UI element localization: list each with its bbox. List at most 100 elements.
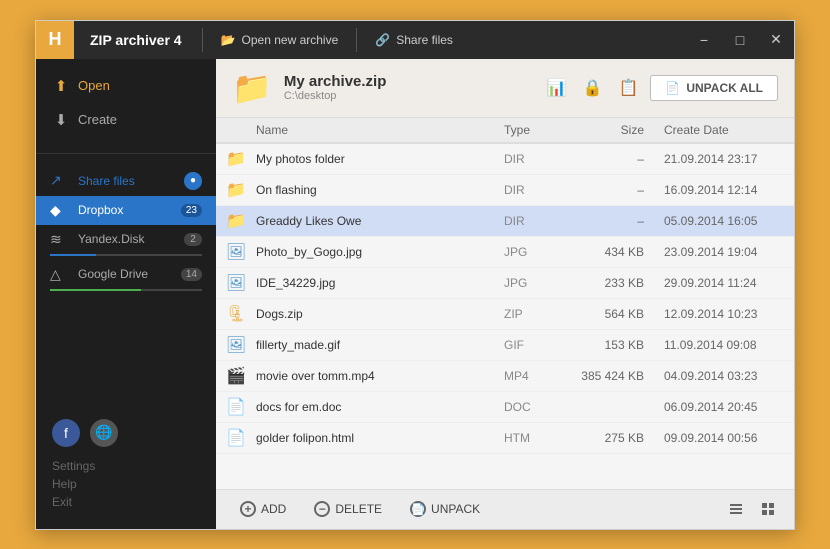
file-type: DIR	[504, 214, 574, 228]
google-label: Google Drive	[78, 267, 148, 281]
titlebar-divider	[202, 28, 203, 52]
google-progress	[50, 289, 202, 291]
titlebar: H ZIP archiver 4 📂 Open new archive 🔗 Sh…	[36, 21, 794, 59]
share-active-dot: ●	[184, 172, 202, 190]
google-badge: 14	[181, 268, 202, 281]
col-header-name: Name	[216, 123, 504, 137]
dropbox-icon: ◆	[50, 202, 72, 219]
minimize-button[interactable]: −	[686, 21, 722, 59]
share-files-button[interactable]: 🔗 Share files	[361, 21, 467, 59]
open-icon: ⬆	[52, 77, 70, 95]
sidebar-divider1	[36, 153, 216, 154]
folder-open-icon: 📂	[221, 33, 236, 47]
yandex-badge: 2	[184, 233, 202, 246]
file-name: fillerty_made.gif	[256, 338, 504, 352]
sidebar-item-create[interactable]: ⬇ Create	[36, 103, 216, 137]
archive-actions: 📊 🔒 📋 📄 UNPACK ALL	[543, 75, 778, 101]
table-row[interactable]: 📁Greaddy Likes OweDIR–05.09.2014 16:05	[216, 206, 794, 237]
website-icon[interactable]: 🌐	[90, 419, 118, 447]
sidebar-item-dropbox[interactable]: ◆ Dropbox 23	[36, 196, 216, 225]
file-type: JPG	[504, 276, 574, 290]
file-type: MP4	[504, 369, 574, 383]
add-button[interactable]: + ADD	[228, 497, 298, 521]
unpack-btn-icon: 📄	[665, 81, 680, 95]
info-icon[interactable]: 📋	[614, 76, 642, 100]
delete-label: DELETE	[335, 502, 382, 516]
file-date: 29.09.2014 11:24	[654, 276, 794, 290]
file-size: 564 KB	[574, 307, 654, 321]
archive-name: My archive.zip	[284, 73, 531, 90]
google-drive-icon: △	[50, 266, 72, 283]
table-row[interactable]: 📄golder folipon.htmlHTM275 KB09.09.2014 …	[216, 423, 794, 454]
file-icon-7: 🎬	[216, 366, 256, 386]
sidebar-item-open[interactable]: ⬆ Open	[36, 69, 216, 103]
file-type: GIF	[504, 338, 574, 352]
sidebar-item-google[interactable]: △ Google Drive 14	[36, 260, 216, 289]
file-icon-9: 📄	[216, 428, 256, 448]
file-size: 434 KB	[574, 245, 654, 259]
table-row[interactable]: 📁My photos folderDIR–21.09.2014 23:17	[216, 144, 794, 175]
table-row[interactable]: 📄docs for em.docDOC06.09.2014 20:45	[216, 392, 794, 423]
unpack-button[interactable]: 📄 UNPACK	[398, 497, 492, 521]
sidebar-item-share[interactable]: ↗ Share files ●	[36, 166, 216, 196]
file-type: DIR	[504, 183, 574, 197]
file-date: 23.09.2014 19:04	[654, 245, 794, 259]
sidebar-nav: ⬆ Open ⬇ Create	[36, 59, 216, 147]
file-type: DOC	[504, 400, 574, 414]
sidebar-social-icons: f 🌐	[52, 419, 200, 447]
file-list: 📁My photos folderDIR–21.09.2014 23:17📁On…	[216, 144, 794, 489]
file-icon-1: 📁	[216, 180, 256, 200]
share-label: Share files	[78, 174, 135, 188]
main-window: H ZIP archiver 4 📂 Open new archive 🔗 Sh…	[35, 20, 795, 530]
file-name: Dogs.zip	[256, 307, 504, 321]
share-icon: 🔗	[375, 33, 390, 47]
yandex-label: Yandex.Disk	[78, 232, 144, 246]
help-link[interactable]: Help	[52, 477, 200, 491]
table-row[interactable]: 🖼IDE_34229.jpgJPG233 KB29.09.2014 11:24	[216, 268, 794, 299]
table-row[interactable]: 📁On flashingDIR–16.09.2014 12:14	[216, 175, 794, 206]
delete-button[interactable]: − DELETE	[302, 497, 394, 521]
settings-link[interactable]: Settings	[52, 459, 200, 473]
yandex-icon: ≋	[50, 231, 72, 248]
close-button[interactable]: ✕	[758, 21, 794, 59]
stats-icon[interactable]: 📊	[543, 76, 571, 100]
file-date: 09.09.2014 00:56	[654, 431, 794, 445]
dropbox-label: Dropbox	[78, 203, 123, 217]
open-new-label: Open new archive	[242, 33, 339, 47]
table-row[interactable]: 🖼fillerty_made.gifGIF153 KB11.09.2014 09…	[216, 330, 794, 361]
add-label: ADD	[261, 502, 286, 516]
sidebar-item-yandex[interactable]: ≋ Yandex.Disk 2	[36, 225, 216, 254]
exit-link[interactable]: Exit	[52, 495, 200, 509]
facebook-icon[interactable]: f	[52, 419, 80, 447]
open-new-archive-button[interactable]: 📂 Open new archive	[207, 21, 353, 59]
share-label: Share files	[396, 33, 453, 47]
file-type: ZIP	[504, 307, 574, 321]
sidebar-links: Settings Help Exit	[52, 459, 200, 509]
file-name: docs for em.doc	[256, 400, 504, 414]
archive-info: My archive.zip C:\desktop	[284, 73, 531, 102]
window-controls: − □ ✕	[686, 21, 794, 59]
app-logo: H	[36, 21, 74, 59]
file-size: 153 KB	[574, 338, 654, 352]
table-row[interactable]: 🎬movie over tomm.mp4MP4385 424 KB04.09.2…	[216, 361, 794, 392]
file-name: On flashing	[256, 183, 504, 197]
file-icon-6: 🖼	[216, 335, 256, 355]
unpack-btn-label: UNPACK ALL	[686, 81, 763, 95]
file-icon-4: 🖼	[216, 273, 256, 293]
lock-icon[interactable]: 🔒	[579, 76, 607, 100]
google-progress-bar	[50, 289, 141, 291]
file-date: 04.09.2014 03:23	[654, 369, 794, 383]
unpack-all-button[interactable]: 📄 UNPACK ALL	[650, 75, 778, 101]
grid-view-button[interactable]	[754, 495, 782, 523]
file-icon-3: 🖼	[216, 242, 256, 262]
file-type: DIR	[504, 152, 574, 166]
table-row[interactable]: 🗜Dogs.zipZIP564 KB12.09.2014 10:23	[216, 299, 794, 330]
file-type: JPG	[504, 245, 574, 259]
col-header-date: Create Date	[654, 123, 794, 137]
table-row[interactable]: 🖼Photo_by_Gogo.jpgJPG434 KB23.09.2014 19…	[216, 237, 794, 268]
list-view-icon	[728, 501, 744, 517]
col-header-type: Type	[504, 123, 574, 137]
maximize-button[interactable]: □	[722, 21, 758, 59]
create-icon: ⬇	[52, 111, 70, 129]
list-view-button[interactable]	[722, 495, 750, 523]
